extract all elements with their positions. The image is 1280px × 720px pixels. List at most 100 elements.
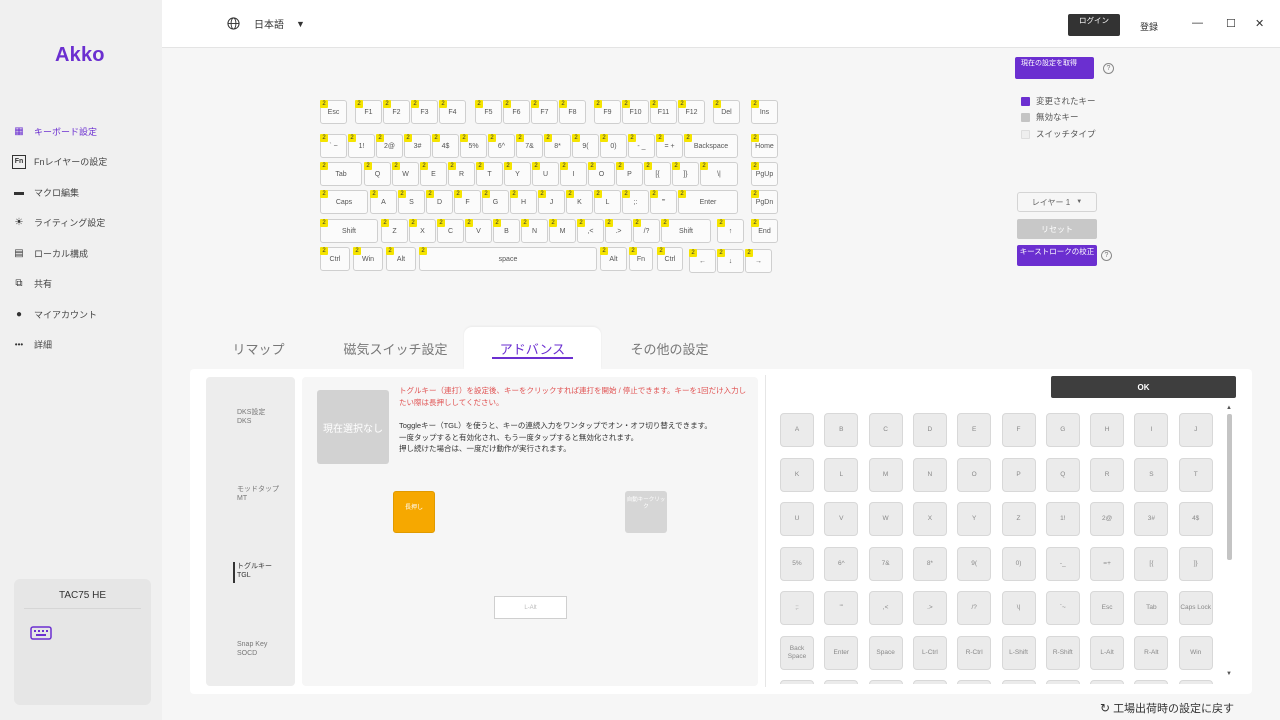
picker-key[interactable]: Z [1001, 502, 1036, 536]
picker-key[interactable]: H [1090, 413, 1125, 447]
keyboard-key[interactable]: 2 F9 [594, 100, 621, 124]
keystroke-calibration-button[interactable]: キーストロークの校正 [1017, 245, 1097, 266]
mode-item-1[interactable]: モッドタップ MT [237, 485, 279, 503]
keyboard-key[interactable]: 2 F12 [678, 100, 705, 124]
picker-key[interactable]: 2@ [1090, 502, 1125, 536]
picker-key[interactable]: A [780, 413, 814, 447]
sidebar-item-1[interactable]: Fn Fnレイヤーの設定 [0, 147, 162, 178]
keyboard-key[interactable]: 2]} [672, 162, 699, 186]
register-link[interactable]: 登録 [1140, 20, 1158, 33]
keyboard-key[interactable]: 2 5% [460, 134, 487, 158]
picker-key[interactable] [1178, 680, 1213, 684]
sidebar-item-3[interactable]: ☀ ライティング設定 [0, 208, 162, 239]
picker-key[interactable]: R-Ctrl [957, 635, 992, 670]
keyboard-key[interactable]: 2L [594, 190, 621, 214]
keyboard-key[interactable]: 2W [392, 162, 419, 186]
long-press-key[interactable]: 長押し [393, 491, 435, 533]
tab-2[interactable]: アドバンス [464, 327, 601, 369]
picker-key[interactable]: D [912, 413, 947, 447]
picker-key[interactable]: 4$ [1178, 502, 1213, 536]
picker-key[interactable]: 9( [957, 546, 992, 581]
picker-key[interactable]: 0) [1001, 546, 1036, 581]
keyboard-key[interactable]: 2J [538, 190, 565, 214]
picker-key[interactable]: ,< [868, 591, 903, 625]
picker-key[interactable] [957, 680, 992, 684]
picker-key[interactable]: 7& [868, 546, 903, 581]
keyboard-key[interactable]: 2 2@ [376, 134, 403, 158]
keyboard-key[interactable]: 2 7& [516, 134, 543, 158]
keyboard-key[interactable]: 2 Fn [629, 247, 653, 271]
keyboard-key[interactable]: 2V [465, 219, 492, 243]
tab-1[interactable]: 磁気スイッチ設定 [327, 327, 464, 369]
picker-key[interactable]: -_ [1045, 546, 1080, 581]
keyboard-key[interactable]: 2E [420, 162, 447, 186]
keyboard-key[interactable]: 2 6^ [488, 134, 515, 158]
minimize-icon[interactable]: — [1192, 17, 1203, 29]
keyboard-key[interactable]: 2 ← [689, 249, 716, 273]
keyboard-key[interactable]: 2/? [633, 219, 660, 243]
picker-key[interactable]: L [824, 457, 859, 492]
keyboard-key[interactable]: 2 8* [544, 134, 571, 158]
picker-key[interactable]: C [868, 413, 903, 447]
picker-key[interactable]: /? [957, 591, 992, 625]
keyboard-key[interactable]: 2 9( [572, 134, 599, 158]
picker-key[interactable] [1045, 680, 1080, 684]
picker-key[interactable]: R-Alt [1134, 635, 1169, 670]
keyboard-key[interactable]: 2X [409, 219, 436, 243]
keyboard-key[interactable]: 2 Ctrl [320, 247, 350, 271]
language-selector[interactable]: 日本語 ▼ [227, 16, 305, 31]
sidebar-item-4[interactable]: ▤ ローカル構成 [0, 238, 162, 269]
picker-key[interactable] [780, 680, 814, 684]
keyboard-key[interactable]: 2G [482, 190, 509, 214]
keyboard-key[interactable]: 2 1! [348, 134, 375, 158]
keyboard-key[interactable]: 2[{ [644, 162, 671, 186]
keyboard-key[interactable]: 2 F3 [411, 100, 438, 124]
picker-key[interactable]: L-Shift [1001, 635, 1036, 670]
keyboard-key[interactable]: 2 '" [650, 190, 677, 214]
keyboard-key[interactable]: 2 .> [605, 219, 632, 243]
picker-key[interactable]: ]} [1178, 546, 1213, 581]
keyboard-key[interactable]: 2 Alt [386, 247, 416, 271]
picker-key[interactable]: Space [868, 635, 903, 670]
picker-key[interactable]: Back Space [780, 635, 814, 670]
keyboard-key[interactable]: 2 PgDn [751, 190, 778, 214]
tab-3[interactable]: その他の設定 [601, 327, 738, 369]
picker-key[interactable]: .> [912, 591, 947, 625]
keyboard-key[interactable]: 2- _ [628, 134, 655, 158]
picker-key[interactable]: =+ [1090, 546, 1125, 581]
keyboard-key[interactable]: 2 F7 [531, 100, 558, 124]
keyboard-key[interactable]: 2 F2 [383, 100, 410, 124]
keyboard-key[interactable]: 2 → [745, 249, 772, 273]
picker-key[interactable]: ;: [780, 591, 814, 625]
picker-key[interactable]: K [780, 457, 814, 492]
picker-key[interactable]: `~ [1045, 591, 1080, 625]
keyboard-key[interactable]: 2 F11 [650, 100, 677, 124]
picker-key[interactable]: I [1134, 413, 1169, 447]
keyboard-key[interactable]: 2 ↓ [717, 249, 744, 273]
picker-key[interactable]: Q [1045, 457, 1080, 492]
keyboard-key[interactable]: 2D [426, 190, 453, 214]
login-button[interactable]: ログイン [1068, 14, 1120, 36]
picker-key[interactable]: 6^ [824, 546, 859, 581]
sidebar-item-2[interactable]: ▬ マクロ編集 [0, 177, 162, 208]
picker-key[interactable]: B [824, 413, 859, 447]
picker-key[interactable]: Enter [824, 635, 859, 670]
keyboard-key[interactable]: 2B [493, 219, 520, 243]
picker-key[interactable]: R [1090, 457, 1125, 492]
picker-key[interactable]: U [780, 502, 814, 536]
keyboard-key[interactable]: 2 F8 [559, 100, 586, 124]
keyboard-key[interactable]: 2 F10 [622, 100, 649, 124]
keyboard-key[interactable]: 2 Home [751, 134, 778, 158]
keyboard-key[interactable]: 2 Shift [320, 219, 378, 243]
ok-button[interactable]: OK [1051, 376, 1236, 398]
help-icon[interactable]: ? [1101, 250, 1112, 261]
picker-key[interactable]: V [824, 502, 859, 536]
layer-select[interactable]: レイヤー 1 ▼ [1017, 192, 1097, 212]
keyboard-key[interactable]: 2 \| [700, 162, 738, 186]
keyboard-key[interactable]: 2N [521, 219, 548, 243]
keyboard-key[interactable]: 2 Enter [678, 190, 738, 214]
sidebar-item-6[interactable]: ● マイアカウント [0, 299, 162, 330]
picker-key[interactable]: X [912, 502, 947, 536]
keyboard-key[interactable]: 2 F6 [503, 100, 530, 124]
picker-key[interactable]: \| [1001, 591, 1036, 625]
